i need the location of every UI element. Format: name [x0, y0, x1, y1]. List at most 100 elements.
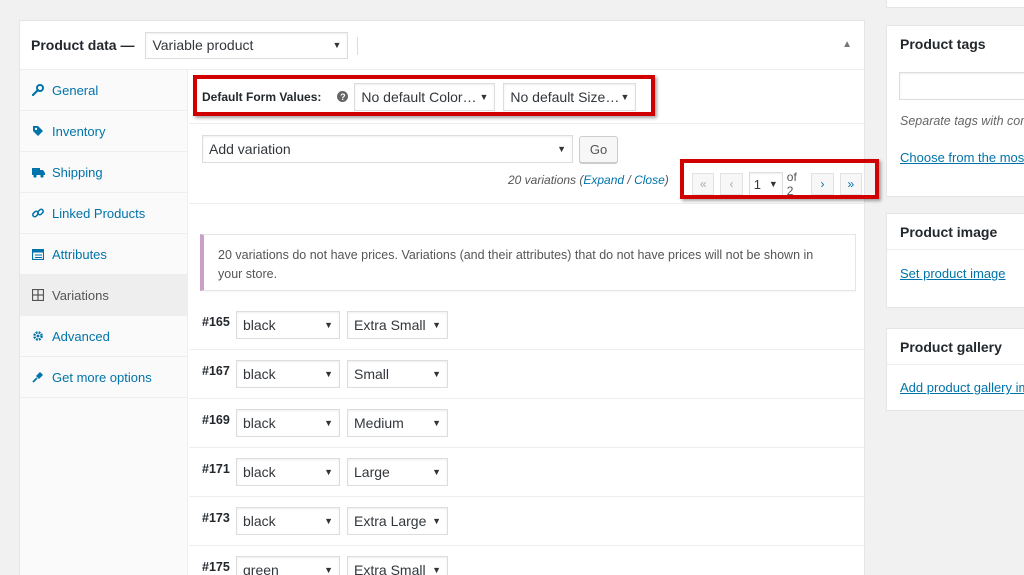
- variation-color-value: black: [243, 366, 276, 382]
- variation-size-value: Small: [354, 366, 390, 382]
- plugin-icon: [30, 371, 46, 383]
- variation-color-select[interactable]: black ▼: [236, 360, 340, 388]
- chevron-down-icon: ▼: [432, 320, 441, 330]
- variation-color-select[interactable]: black ▼: [236, 507, 340, 535]
- truck-icon: [30, 167, 46, 178]
- variation-id: #167: [202, 364, 230, 378]
- variation-color-select[interactable]: black ▼: [236, 458, 340, 486]
- variation-row: #169 black ▼ Medium ▼: [189, 399, 865, 448]
- chevron-down-icon: ▼: [324, 516, 333, 526]
- variation-row: #171 black ▼ Large ▼: [189, 448, 865, 497]
- tab-label: Inventory: [52, 123, 106, 139]
- tab-label: Advanced: [52, 328, 110, 344]
- go-button[interactable]: Go: [579, 136, 618, 163]
- variation-size-select[interactable]: Extra Large ▼: [347, 507, 448, 535]
- chevron-down-icon: ▼: [432, 516, 441, 526]
- product-gallery-box: Product gallery Add product gallery imag…: [886, 328, 1024, 411]
- product-type-value: Variable product: [152, 37, 254, 53]
- variation-size-value: Extra Small: [354, 562, 426, 575]
- variation-row: #175 green ▼ Extra Small ▼: [189, 546, 865, 575]
- variation-row: #165 black ▼ Extra Small ▼: [189, 301, 865, 350]
- close-paren-text: ): [664, 173, 669, 187]
- grid-icon: [30, 289, 46, 301]
- chevron-down-icon: ▼: [557, 144, 566, 154]
- variation-row: #173 black ▼ Extra Large ▼: [189, 497, 865, 546]
- chevron-down-icon: ▼: [432, 418, 441, 428]
- link-icon: [30, 207, 46, 219]
- product-type-select[interactable]: Variable product ▼: [145, 31, 349, 59]
- chevron-down-icon: ▼: [324, 369, 333, 379]
- variation-id: #173: [202, 511, 230, 525]
- sidebar-box-top: [886, 0, 1024, 8]
- chevron-down-icon: ▼: [432, 369, 441, 379]
- variation-color-select[interactable]: black ▼: [236, 409, 340, 437]
- tab-variations[interactable]: Variations: [20, 275, 187, 316]
- product-image-box: Product image Set product image: [886, 213, 1024, 308]
- tab-label: Shipping: [52, 164, 103, 180]
- tags-hint: Separate tags with commas: [900, 114, 1024, 128]
- tab-label: Linked Products: [52, 205, 146, 221]
- separator-text: /: [624, 173, 635, 187]
- chevron-down-icon: ▼: [324, 467, 333, 477]
- variation-size-select[interactable]: Medium ▼: [347, 409, 448, 437]
- chevron-down-icon: ▼: [324, 418, 333, 428]
- set-product-image-link[interactable]: Set product image: [900, 266, 1006, 281]
- variation-id: #169: [202, 413, 230, 427]
- chevron-down-icon: ▼: [332, 40, 342, 50]
- add-variation-row: Add variation ▼ Go 20 variations (Expand…: [189, 124, 879, 204]
- list-icon: [30, 248, 46, 260]
- product-data-tabs: General Inventory Shipping Linked Produc…: [20, 70, 188, 575]
- tab-general[interactable]: General: [20, 70, 187, 111]
- tab-label: Attributes: [52, 246, 107, 262]
- variation-color-select[interactable]: green ▼: [236, 556, 340, 575]
- product-data-box: Product data — Variable product ▼ ▲ Gene…: [19, 20, 879, 575]
- wrench-icon: [30, 84, 46, 96]
- variation-color-select[interactable]: black ▼: [236, 311, 340, 339]
- variation-size-select[interactable]: Extra Small ▼: [347, 311, 448, 339]
- variation-size-value: Medium: [354, 415, 404, 431]
- chevron-down-icon: ▼: [432, 565, 441, 575]
- tab-get-more-options[interactable]: Get more options: [20, 357, 187, 398]
- product-gallery-title: Product gallery: [887, 329, 1024, 365]
- tag-icon: [30, 125, 46, 137]
- chevron-down-icon: ▼: [324, 565, 333, 575]
- expand-link[interactable]: Expand: [583, 173, 624, 187]
- variation-size-select[interactable]: Extra Small ▼: [347, 556, 448, 575]
- divider: [357, 37, 358, 55]
- variation-id: #171: [202, 462, 230, 476]
- collapse-arrow-icon[interactable]: ▲: [842, 39, 852, 50]
- add-variation-select[interactable]: Add variation ▼: [202, 135, 573, 163]
- close-link[interactable]: Close: [634, 173, 665, 187]
- chevron-down-icon: ▼: [324, 320, 333, 330]
- variation-size-select[interactable]: Small ▼: [347, 360, 448, 388]
- tab-inventory[interactable]: Inventory: [20, 111, 187, 152]
- tags-input[interactable]: [899, 72, 1024, 100]
- tab-shipping[interactable]: Shipping: [20, 152, 187, 193]
- tab-label: General: [52, 82, 99, 98]
- tab-advanced[interactable]: Advanced: [20, 316, 187, 357]
- variation-size-value: Extra Large: [354, 513, 427, 529]
- product-image-title: Product image: [887, 214, 1024, 250]
- variation-row: #167 black ▼ Small ▼: [189, 350, 865, 399]
- choose-tags-link[interactable]: Choose from the most used tags: [900, 150, 1024, 165]
- variation-color-value: black: [243, 415, 276, 431]
- variations-count: 20 variations (Expand / Close): [508, 173, 669, 187]
- variation-id: #175: [202, 560, 230, 574]
- variation-color-value: green: [243, 562, 279, 575]
- tab-label: Variations: [52, 287, 109, 303]
- variation-color-value: black: [243, 513, 276, 529]
- variations-panel: Default Form Values: ? No default Color……: [189, 70, 879, 575]
- product-tags-title: Product tags: [900, 36, 986, 52]
- gear-icon: [30, 330, 46, 342]
- add-gallery-images-link[interactable]: Add product gallery images: [900, 380, 1024, 395]
- tab-linked-products[interactable]: Linked Products: [20, 193, 187, 234]
- product-tags-box: Product tags Separate tags with commas C…: [886, 25, 1024, 197]
- variation-id: #165: [202, 315, 230, 329]
- variation-size-select[interactable]: Large ▼: [347, 458, 448, 486]
- missing-prices-notice: 20 variations do not have prices. Variat…: [200, 234, 856, 291]
- tab-attributes[interactable]: Attributes: [20, 234, 187, 275]
- product-data-header: Product data — Variable product ▼ ▲: [20, 21, 864, 70]
- add-variation-value: Add variation: [209, 141, 291, 157]
- product-data-title: Product data —: [31, 37, 135, 53]
- variation-size-value: Extra Small: [354, 317, 426, 333]
